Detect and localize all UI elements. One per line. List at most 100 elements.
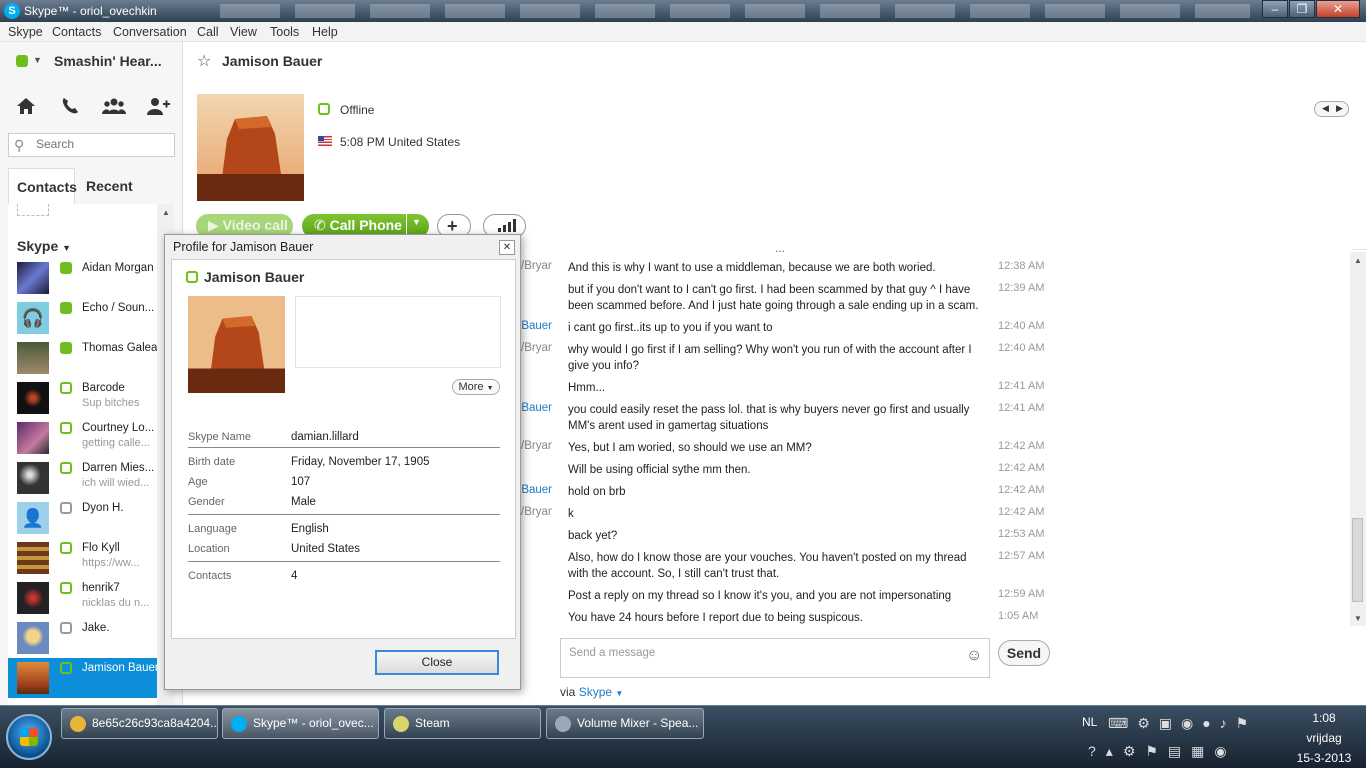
offline-status-icon: [60, 462, 72, 474]
menu-help[interactable]: Help: [312, 25, 338, 39]
arrow-left-icon[interactable]: ◀: [1322, 103, 1329, 114]
chat-scrollbar[interactable]: ▲ ▼: [1350, 252, 1366, 626]
minimize-button[interactable]: –: [1262, 0, 1288, 18]
message-sender[interactable]: /Bryan: [521, 260, 552, 272]
contact-item[interactable]: Courtney Lo... getting calle...: [8, 418, 157, 458]
avatar: [17, 262, 49, 294]
more-button[interactable]: More ▼: [452, 379, 500, 395]
taskbar-item-label: Skype™ - oriol_ovec...: [253, 716, 374, 730]
via-service[interactable]: Skype: [579, 685, 612, 699]
video-camera-icon: ▶: [208, 217, 219, 233]
scroll-up-icon[interactable]: ▲: [1354, 256, 1362, 265]
message-text: Also, how do I know those are your vouch…: [568, 552, 967, 580]
more-messages-indicator: ...: [775, 249, 785, 255]
scroll-down-icon[interactable]: ▼: [1354, 614, 1362, 623]
message-time: 12:53 AM: [998, 528, 1045, 540]
avatar: 👤: [17, 502, 49, 534]
contact-tabs: Contacts Recent: [8, 168, 175, 204]
menu-tools[interactable]: Tools: [270, 25, 299, 39]
message-sender[interactable]: Bauer: [521, 402, 552, 414]
avatar: [17, 542, 49, 574]
menu-contacts[interactable]: Contacts: [52, 25, 101, 39]
message-sender[interactable]: /Bryan: [521, 440, 552, 452]
home-icon[interactable]: [16, 96, 36, 118]
avatar: [17, 622, 49, 654]
contact-mood: ich will wied...: [82, 477, 150, 489]
message-sender[interactable]: Bauer: [521, 320, 552, 332]
profile-photo: [188, 296, 285, 393]
close-icon[interactable]: ✕: [499, 240, 515, 255]
clock[interactable]: 1:08 vrijdag 15-3-2013: [1284, 708, 1364, 768]
tray-icons[interactable]: ⌨⚙▣◉●♪⚑: [1108, 715, 1257, 732]
signal-bar: [508, 222, 511, 232]
field-label: Language: [188, 523, 237, 535]
via-label: via: [560, 685, 576, 699]
language-indicator[interactable]: NL: [1082, 715, 1097, 729]
message-input[interactable]: Send a message ☺: [560, 638, 990, 678]
online-status-icon: [60, 302, 72, 314]
user-status-icon[interactable]: [16, 55, 28, 67]
message-time: 12:40 AM: [998, 320, 1045, 332]
contact-item[interactable]: 🎧 Echo / Soun...: [8, 298, 157, 338]
phone-icon[interactable]: [60, 96, 80, 118]
search-input[interactable]: [36, 137, 166, 151]
tab-contacts[interactable]: Contacts: [8, 168, 77, 204]
contact-name: Jake.: [82, 622, 110, 634]
contact-item[interactable]: henrik7 nicklas du n...: [8, 578, 157, 618]
field-label: Age: [188, 476, 208, 488]
send-button[interactable]: Send: [998, 640, 1050, 666]
menu-conversation[interactable]: Conversation: [113, 25, 187, 39]
message-sender[interactable]: /Bryan: [521, 342, 552, 354]
taskbar-item-volume-mixer[interactable]: Volume Mixer - Spea...: [546, 708, 704, 739]
divider: [188, 514, 500, 515]
message-text: you could easily reset the pass lol. tha…: [568, 404, 970, 432]
message-sender[interactable]: Bauer: [521, 484, 552, 496]
field-label: Birth date: [188, 456, 236, 468]
search-box[interactable]: ⚲: [8, 133, 175, 157]
maximize-button[interactable]: ❐: [1289, 0, 1315, 18]
contact-item[interactable]: Jake.: [8, 618, 157, 658]
add-contact-icon[interactable]: [146, 96, 170, 118]
clock-date: 15-3-2013: [1296, 751, 1352, 765]
favorite-star-icon[interactable]: ☆: [197, 51, 211, 71]
close-window-button[interactable]: ✕: [1316, 0, 1360, 18]
close-button[interactable]: Close: [375, 650, 499, 675]
arrow-right-icon[interactable]: ▶: [1336, 103, 1343, 114]
contact-item[interactable]: Flo Kyll https://ww...: [8, 538, 157, 578]
start-button[interactable]: [6, 714, 52, 760]
tab-recent[interactable]: Recent: [78, 168, 148, 204]
phone-icon: ✆: [314, 217, 326, 233]
via-selector[interactable]: via Skype ▼: [560, 685, 623, 699]
menu-skype[interactable]: Skype: [8, 25, 43, 39]
contact-item[interactable]: Thomas Galea: [8, 338, 157, 378]
message-text: i cant go first..its up to you if you wa…: [568, 322, 773, 334]
scrollbar-thumb[interactable]: [1352, 518, 1363, 602]
group-icon[interactable]: [102, 96, 126, 118]
menu-view[interactable]: View: [230, 25, 257, 39]
contact-name: Dyon H.: [82, 502, 124, 514]
contact-item[interactable]: 👤 Dyon H.: [8, 498, 157, 538]
contact-profile-photo[interactable]: [197, 94, 304, 201]
taskbar-item-skype[interactable]: Skype™ - oriol_ovec...: [222, 708, 379, 739]
contact-item[interactable]: Barcode Sup bitches: [8, 378, 157, 418]
chevron-down-icon[interactable]: ▼: [33, 55, 42, 65]
tray-icons-row2[interactable]: ?▴⚙⚑▤▦◉: [1088, 743, 1237, 760]
contact-item[interactable]: Darren Mies... ich will wied...: [8, 458, 157, 498]
contact-item[interactable]: Aidan Morgan: [8, 258, 157, 298]
message-sender[interactable]: /Bryan: [521, 506, 552, 518]
menu-bar: Skype Contacts Conversation Call View To…: [0, 22, 1366, 42]
avatar: [17, 382, 49, 414]
contact-name: Jamison Bauer: [82, 662, 157, 674]
contact-group-header[interactable]: Skype ▼: [17, 238, 71, 254]
scroll-up-icon[interactable]: ▲: [162, 208, 170, 217]
unknown-status-icon: [60, 622, 72, 634]
dialog-footer: Close: [165, 639, 520, 689]
taskbar-item-steam[interactable]: Steam: [384, 708, 541, 739]
menu-call[interactable]: Call: [197, 25, 219, 39]
emoticon-icon[interactable]: ☺: [966, 647, 982, 665]
taskbar-item-browser[interactable]: 8e65c26c93ca8a4204...: [61, 708, 218, 739]
field-value: 4: [291, 570, 298, 582]
contact-name: Flo Kyll: [82, 542, 120, 554]
contact-item-selected[interactable]: Jamison Bauer: [8, 658, 157, 698]
user-display-name[interactable]: Smashin' Hear...: [54, 53, 162, 69]
